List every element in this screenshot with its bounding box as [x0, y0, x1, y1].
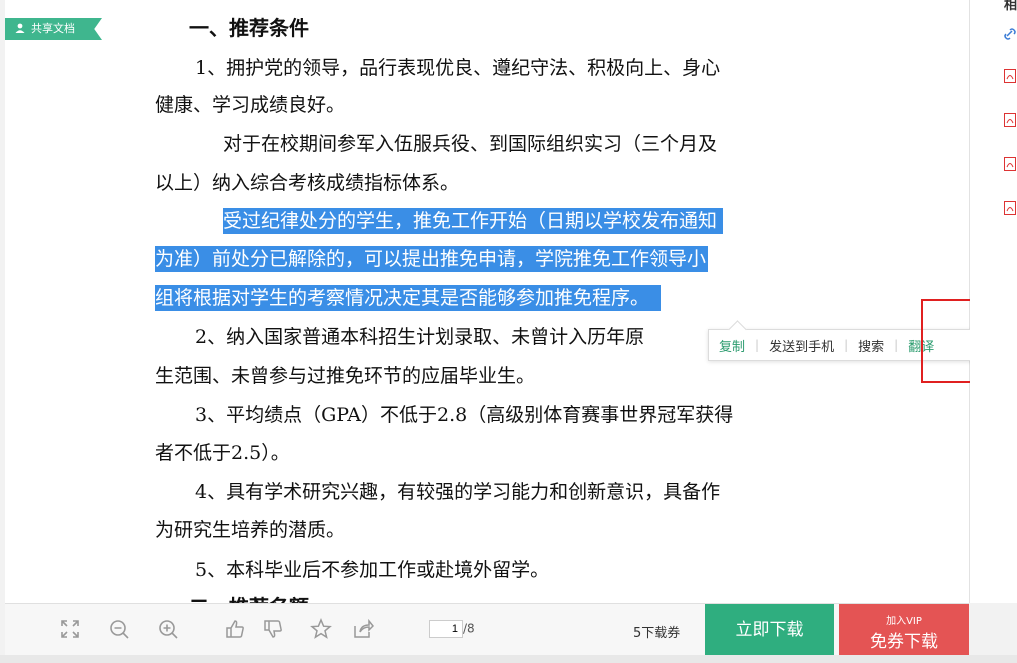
shared-doc-badge: 共享文档: [5, 18, 102, 40]
doc-line-selected[interactable]: 受过纪律处分的学生，推免工作开始（日期以学校发布通知: [223, 208, 724, 234]
star-icon[interactable]: [310, 618, 332, 640]
doc-line: 4、具有学术研究兴趣，有较强的学习能力和创新意识，具备作: [195, 481, 721, 503]
doc-line: 者不低于2.5）。: [155, 442, 290, 464]
pdf-icon[interactable]: [1004, 113, 1016, 127]
share-icon[interactable]: [352, 618, 374, 640]
zoom-in-icon[interactable]: [157, 618, 179, 640]
pdf-icon[interactable]: [1004, 201, 1016, 215]
doc-line: 为研究生培养的潜质。: [155, 519, 346, 541]
related-title: 相: [1004, 0, 1017, 13]
document-page: 共享文档 一、推荐条件 1、拥护党的领导，品行表现优良、遵纪守法、积极向上、身心…: [5, 0, 970, 603]
page-number-input[interactable]: [429, 620, 463, 638]
doc-line: 2、纳入国家普通本科招生计划录取、未曾计入历年原: [195, 326, 645, 348]
fullscreen-icon[interactable]: [59, 618, 81, 640]
copy-button[interactable]: 复制: [709, 336, 755, 355]
related-docs-panel: 相: [970, 0, 1017, 603]
pdf-icon[interactable]: [1004, 69, 1016, 83]
doc-line: 以上）纳入综合考核成绩指标体系。: [155, 172, 460, 194]
thumbs-down-icon[interactable]: [262, 618, 284, 640]
vip-download-label: 免券下载: [870, 632, 938, 652]
doc-line: 1、拥护党的领导，品行表现优良、遵纪守法、积极向上、身心: [195, 57, 721, 79]
doc-line-selected[interactable]: 组将根据对学生的考察情况决定其是否能够参加推免程序。: [155, 285, 662, 311]
download-coupons: 5下载券: [633, 626, 681, 641]
doc-line: 健康、学习成绩良好。: [155, 94, 346, 116]
page-total: /8: [463, 621, 475, 636]
doc-line: 5、本科毕业后不参加工作或赴境外留学。: [195, 559, 550, 581]
page-indicator: /8: [429, 620, 475, 638]
badge-label: 共享文档: [31, 22, 75, 35]
search-button[interactable]: 搜索: [848, 336, 894, 355]
vip-free-download-button[interactable]: 加入VIP 免券下载: [839, 604, 969, 656]
user-icon: [15, 23, 25, 33]
doc-line-selected[interactable]: 为准）前处分已解除的，可以提出推免申请，学院推免工作领导小: [155, 246, 709, 272]
vip-label: 加入VIP: [886, 616, 922, 627]
doc-line: 对于在校期间参军入伍服兵役、到国际组织实习（三个月及: [223, 133, 718, 155]
doc-line: 3、平均绩点（GPA）不低于2.8（高级别体育赛事世界冠军获得: [195, 404, 734, 426]
pdf-icon[interactable]: [1004, 157, 1016, 171]
doc-line: 生范围、未曾参与过推免环节的应届毕业生。: [155, 365, 536, 387]
link-icon[interactable]: [1004, 27, 1016, 41]
status-bar: [0, 655, 1017, 663]
download-now-button[interactable]: 立即下载: [705, 604, 834, 656]
zoom-out-icon[interactable]: [108, 618, 130, 640]
section-heading: 二、推荐名额: [189, 594, 309, 603]
section-heading: 一、推荐条件: [189, 16, 309, 40]
bottom-toolbar: /8 5下载券 立即下载 加入VIP 免券下载: [5, 603, 969, 656]
thumbs-up-icon[interactable]: [224, 618, 246, 640]
send-to-phone-button[interactable]: 发送到手机: [759, 336, 844, 355]
